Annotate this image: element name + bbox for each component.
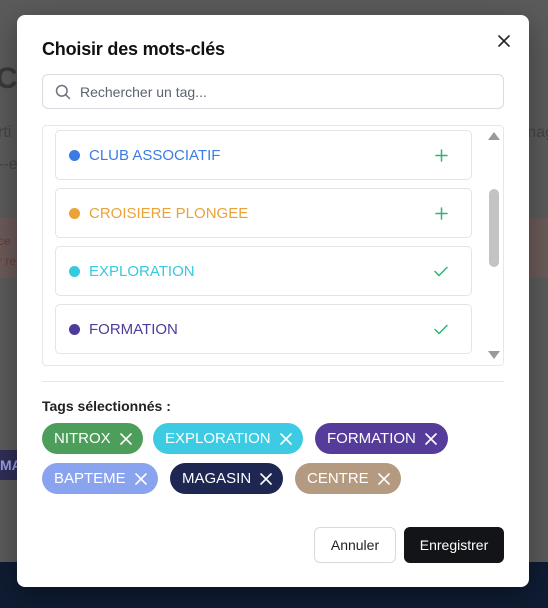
check-icon (434, 266, 448, 276)
tag-color-dot (69, 149, 80, 161)
dialog-title: Choisir des mots-clés (42, 39, 225, 59)
chip-label: CENTRE (307, 470, 369, 487)
tag-option-label: FORMATION (89, 320, 178, 338)
close-icon (260, 472, 272, 485)
add-tag-button[interactable] (433, 147, 449, 163)
search-field[interactable] (42, 74, 504, 109)
tag-option-exploration[interactable]: EXPLORATION (55, 246, 472, 296)
remove-tag-button[interactable] (117, 430, 135, 448)
remove-tag-button[interactable] (375, 470, 393, 488)
close-icon (377, 472, 390, 485)
remove-tag-button[interactable] (132, 470, 150, 488)
tag-option-croisiere-plongee[interactable]: CROISIERE PLONGEE (55, 188, 472, 238)
selected-tag-chip: NITROX (42, 423, 143, 454)
scroll-down-arrow-icon[interactable] (488, 351, 500, 359)
close-button[interactable] (493, 30, 515, 52)
selected-tag-chip: EXPLORATION (153, 423, 303, 454)
tag-option-formation[interactable]: FORMATION (55, 304, 472, 354)
background-text: nag (527, 124, 548, 141)
selected-tag-chip: MAGASIN (170, 463, 284, 494)
selected-tag-chip: CENTRE (295, 463, 401, 494)
chip-label: NITROX (54, 430, 111, 447)
list-scrollbar[interactable] (485, 126, 503, 365)
cancel-button[interactable]: Annuler (314, 527, 396, 563)
search-input[interactable] (80, 83, 480, 100)
search-icon (55, 84, 71, 99)
close-icon (134, 472, 147, 485)
background-text: rti (0, 124, 12, 141)
close-icon (425, 432, 437, 445)
divider (42, 381, 504, 382)
chip-label: MAGASIN (182, 470, 252, 487)
tag-option-club-associatif[interactable]: CLUB ASSOCIATIF (55, 130, 472, 180)
selected-tag-indicator[interactable] (433, 263, 449, 279)
add-tag-button[interactable] (433, 205, 449, 221)
scrollbar-thumb[interactable] (489, 189, 499, 267)
close-icon (279, 432, 292, 445)
keywords-dialog: Choisir des mots-clés CLUB ASSOCIATIF CR… (17, 15, 529, 587)
background-alert-text: ce (0, 234, 11, 248)
chip-label: EXPLORATION (165, 430, 271, 447)
selected-tag-chip: FORMATION (315, 423, 448, 454)
chip-label: FORMATION (327, 430, 416, 447)
plus-icon (434, 148, 448, 162)
tag-color-dot (69, 207, 80, 219)
remove-tag-button[interactable] (277, 430, 295, 448)
tag-color-dot (69, 265, 80, 277)
selected-tags-heading: Tags sélectionnés : (42, 398, 171, 414)
close-icon (119, 432, 132, 445)
background-alert-text: r re (0, 254, 16, 268)
tag-color-dot (69, 323, 80, 335)
plus-icon (434, 206, 448, 220)
close-icon (498, 35, 510, 47)
tag-option-label: EXPLORATION (89, 262, 195, 280)
tag-list[interactable]: CLUB ASSOCIATIF CROISIERE PLONGEE EXPLOR… (42, 125, 504, 366)
background-text: --e (0, 156, 18, 173)
remove-tag-button[interactable] (422, 430, 440, 448)
selected-tag-indicator[interactable] (433, 321, 449, 337)
remove-tag-button[interactable] (257, 470, 275, 488)
check-icon (434, 324, 448, 334)
chip-label: BAPTEME (54, 470, 126, 487)
tag-option-label: CROISIERE PLONGEE (89, 204, 249, 222)
save-button[interactable]: Enregistrer (404, 527, 504, 563)
tag-option-label: CLUB ASSOCIATIF (89, 146, 221, 164)
scroll-up-arrow-icon[interactable] (488, 132, 500, 140)
selected-tag-chip: BAPTEME (42, 463, 158, 494)
